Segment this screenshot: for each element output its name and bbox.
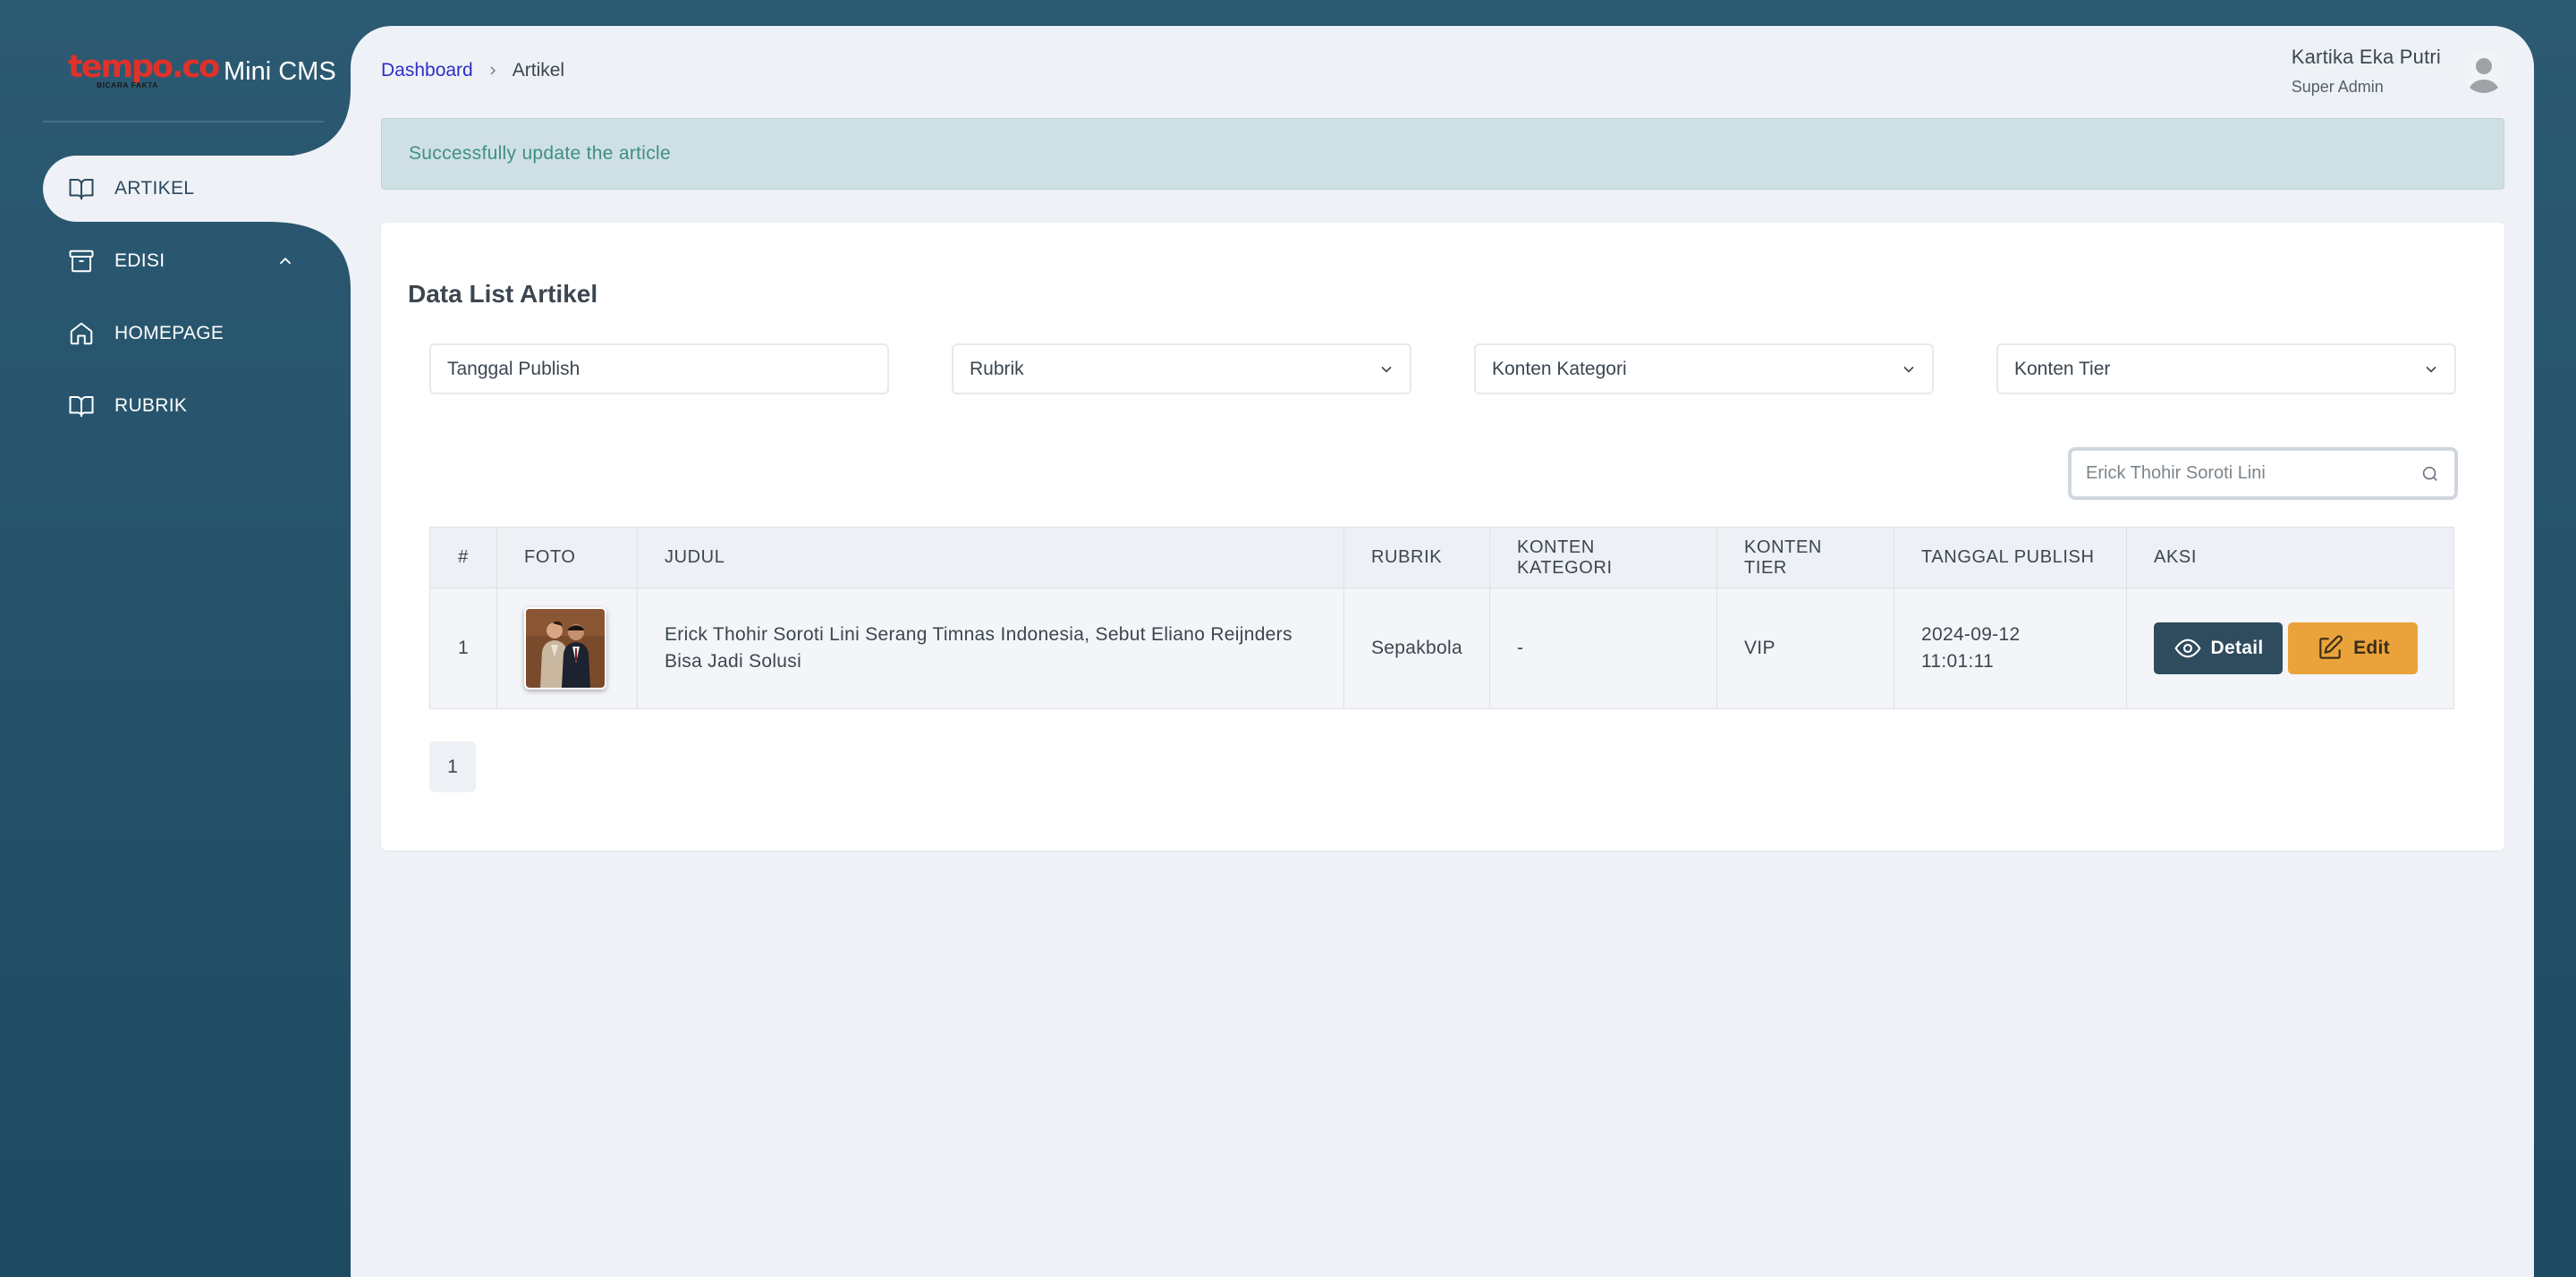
card-title: Data List Artikel [408,280,598,308]
column-header-judul: JUDUL [637,527,1344,588]
search-icon[interactable] [2420,464,2440,484]
filter-tier-label: Konten Tier [2014,358,2111,379]
user-menu[interactable]: Kartika Eka Putri Super Admin [2292,46,2505,97]
sidebar-item-label: HOMEPAGE [114,323,225,343]
book-open-icon [68,393,95,419]
main-panel: Dashboard Artikel Kartika Eka Putri Supe… [351,26,2534,1277]
logo-wordmark: tempo.co [68,49,220,85]
filter-konten-kategori-select[interactable]: Konten Kategori [1474,343,1934,394]
search-box [2068,447,2458,500]
home-icon [68,320,95,347]
active-tab-curve [268,222,351,290]
filter-kategori-label: Konten Kategori [1492,358,1627,379]
row-aksi: Detail Edit [2126,588,2454,709]
sidebar-item-label: EDISI [114,250,165,271]
chevron-down-icon [1900,360,1918,378]
article-table: # FOTO JUDUL RUBRIK KONTEN KATEGORI KONT… [429,527,2454,709]
row-tanggal-publish: 2024-09-12 11:01:11 [1894,588,2127,709]
user-avatar-icon [2468,57,2500,93]
row-konten-tier: VIP [1716,588,1894,709]
user-role: Super Admin [2291,78,2384,96]
book-open-icon [68,175,95,202]
row-konten-kategori: - [1489,588,1717,709]
archive-icon [68,248,95,275]
avatar[interactable] [2462,49,2505,93]
column-header-aksi: AKSI [2126,527,2454,588]
filter-konten-tier-select[interactable]: Konten Tier [1996,343,2456,394]
eye-icon [2174,638,2201,658]
publish-date: 2024-09-12 [1921,624,2021,645]
breadcrumb-dashboard-link[interactable]: Dashboard [381,60,473,81]
publish-time: 11:01:11 [1921,651,1995,672]
article-title: Erick Thohir Soroti Lini Serang Timnas I… [665,624,1292,672]
chevron-right-icon [486,63,500,78]
search-input[interactable] [2072,455,2394,492]
sidebar: tempo.co BICARA FAKTA Mini CMS ARTIKEL E… [0,0,351,1277]
edit-icon [2319,635,2343,659]
column-header-konten-kategori: KONTEN KATEGORI [1489,527,1717,588]
row-actions: Detail Edit [2154,622,2427,674]
filter-rubrik-select[interactable]: Rubrik [952,343,1411,394]
app-name: Mini CMS [224,56,336,86]
table-header-row: # FOTO JUDUL RUBRIK KONTEN KATEGORI KONT… [429,527,2454,588]
row-number: 1 [429,588,497,709]
filter-rubrik-label: Rubrik [970,358,1024,379]
chevron-down-icon [2422,360,2440,378]
filter-tanggal-label: Tanggal Publish [447,358,580,379]
row-judul: Erick Thohir Soroti Lini Serang Timnas I… [637,588,1344,709]
row-rubrik: Sepakbola [1343,588,1490,709]
table-row: 1 Erick Thohir Soroti Lini Serang Timnas… [429,588,2454,709]
sidebar-item-label: RUBRIK [114,395,188,416]
active-tab-curve [268,89,351,157]
column-header-rubrik: RUBRIK [1343,527,1490,588]
filter-tanggal-publish[interactable]: Tanggal Publish [429,343,889,394]
column-header-konten-tier: KONTEN TIER [1716,527,1894,588]
sidebar-item-artikel[interactable]: ARTIKEL [43,156,351,222]
breadcrumb: Dashboard Artikel [381,60,564,81]
column-header-foto: FOTO [496,527,638,588]
article-photo [526,609,605,688]
detail-button[interactable]: Detail [2154,622,2283,674]
row-foto-cell [496,588,638,709]
article-list-card: Data List Artikel Tanggal Publish Rubrik… [381,223,2504,850]
sidebar-item-homepage[interactable]: HOMEPAGE [43,300,351,367]
sidebar-item-label: ARTIKEL [114,178,195,199]
logo-tagline: BICARA FAKTA [97,80,158,89]
column-header-tanggal-publish: TANGGAL PUBLISH [1894,527,2127,588]
detail-button-label: Detail [2210,638,2264,658]
tempo-logo[interactable]: tempo.co BICARA FAKTA [68,49,220,94]
chevron-down-icon [1377,360,1395,378]
user-name: Kartika Eka Putri [2291,46,2441,68]
article-thumbnail[interactable] [524,607,606,689]
pagination-page-1[interactable]: 1 [429,741,476,792]
breadcrumb-current: Artikel [512,60,565,80]
success-alert: Successfully update the article [381,118,2504,190]
column-header-number: # [429,527,497,588]
sidebar-item-rubrik[interactable]: RUBRIK [43,373,351,439]
edit-button-label: Edit [2353,638,2390,658]
edit-button[interactable]: Edit [2288,622,2418,674]
